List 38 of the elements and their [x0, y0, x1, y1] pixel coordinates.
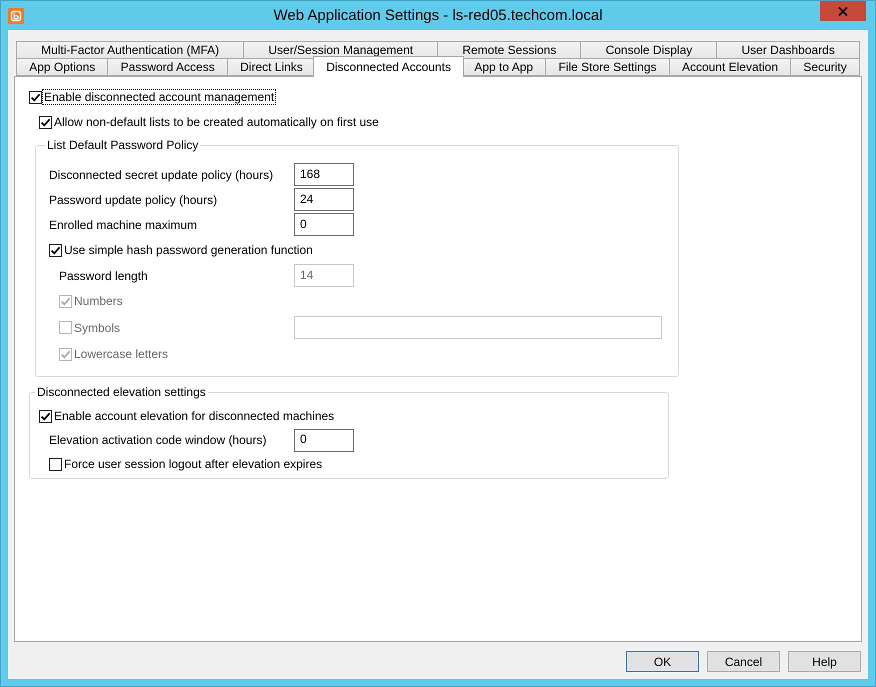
checkbox-label: Lowercase letters [73, 347, 170, 361]
tab[interactable]: Security [790, 58, 860, 76]
input-field[interactable]: 24 [294, 188, 354, 211]
input-field[interactable]: 0 [294, 428, 354, 452]
field-label: Password length [59, 268, 149, 282]
ok-button[interactable]: OK [626, 651, 699, 672]
cancel-button[interactable]: Cancel [707, 651, 780, 672]
checkbox[interactable] [49, 244, 62, 256]
checkbox-label: Use simple hash password generation function [63, 243, 314, 257]
checkbox-label: Numbers [73, 294, 124, 308]
close-icon [838, 6, 848, 16]
field-label: Password update policy (hours) [49, 192, 218, 206]
checkbox[interactable] [39, 116, 52, 128]
tab[interactable]: Console Display [580, 41, 718, 59]
tab[interactable]: App Options [16, 58, 108, 76]
group-title: List Default Password Policy [46, 138, 200, 152]
field-label: Enrolled machine maximum [49, 218, 198, 232]
tab[interactable]: Remote Sessions [437, 41, 582, 59]
checkbox-label: Force user session logout after elevation expires [63, 457, 324, 471]
tab[interactable]: User Dashboards [716, 41, 860, 59]
app-logo-icon [8, 8, 24, 24]
help-button[interactable]: Help [788, 651, 861, 672]
checkbox-label: Enable account elevation for disconnected machines [53, 409, 336, 423]
checkbox-label: Enable disconnected account management [43, 90, 276, 104]
checkbox-label: Symbols [73, 320, 122, 334]
field-label: Disconnected secret update policy (hours) [49, 168, 274, 182]
input-field[interactable]: 168 [294, 163, 354, 186]
checkbox[interactable] [39, 410, 52, 422]
field-label: Elevation activation code window (hours) [49, 433, 268, 447]
tab[interactable]: Multi-Factor Authentication (MFA) [16, 41, 244, 59]
checkbox[interactable] [49, 458, 62, 470]
input-field[interactable]: 0 [294, 213, 354, 236]
tab[interactable]: Disconnected Accounts [313, 56, 464, 77]
window-title: Web Application Settings - ls-red05.techcom.local [273, 7, 603, 25]
close-button[interactable] [820, 1, 866, 21]
checkbox[interactable] [29, 90, 42, 104]
group-title: Disconnected elevation settings [36, 385, 207, 399]
checkbox-label: Allow non-default lists to be created automatically on first use [53, 115, 380, 129]
